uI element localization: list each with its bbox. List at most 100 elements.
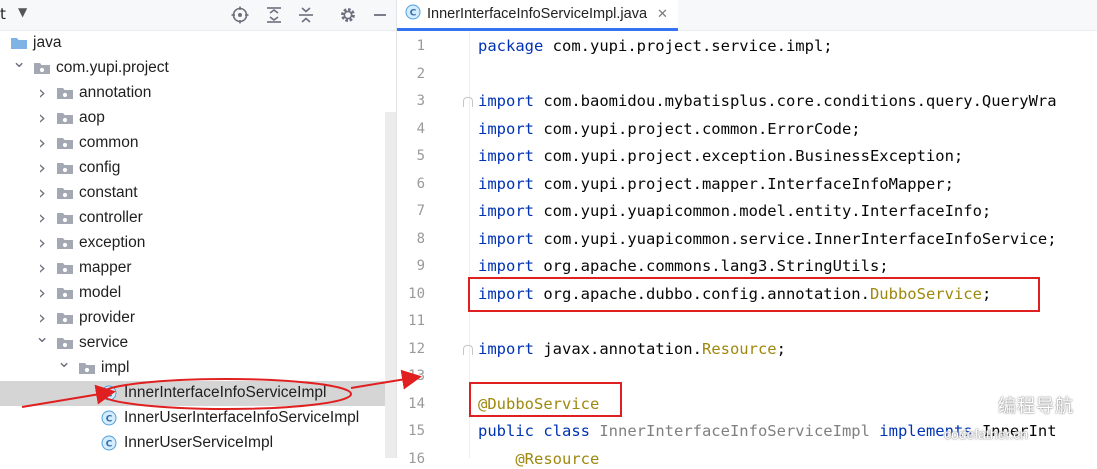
watermark-url: codefather.cn: [944, 426, 1029, 442]
chevron-right-icon[interactable]: ›: [35, 158, 49, 178]
package-icon: [56, 285, 74, 301]
folder-icon: [10, 35, 28, 51]
tree-item-label: exception: [79, 234, 146, 251]
package-icon: [56, 85, 74, 101]
code-token: org.apache.dubbo.config.annotation.: [534, 284, 870, 303]
tree-item[interactable]: › constant: [0, 181, 396, 206]
chevron-right-icon[interactable]: ›: [35, 208, 49, 228]
tree-item[interactable]: › common: [0, 131, 396, 156]
tab-inner-interface-info-service-impl[interactable]: C InnerInterfaceInfoServiceImpl.java ✕: [397, 0, 678, 31]
tree-item[interactable]: C InnerInterfaceInfoServiceImpl: [0, 381, 385, 406]
line-number: 2: [416, 65, 425, 82]
tree-item-label: com.yupi.project: [56, 59, 169, 76]
fold-icon[interactable]: [463, 344, 473, 355]
package-icon: [56, 160, 74, 176]
package-icon: [56, 210, 74, 226]
tree-item-label: InnerUserServiceImpl: [124, 434, 274, 451]
code-token: import: [478, 257, 534, 275]
code-token: import: [478, 202, 534, 220]
expand-all-icon[interactable]: [262, 3, 286, 27]
line-number: 6: [416, 175, 425, 192]
chevron-right-icon[interactable]: ›: [35, 108, 49, 128]
tree-item[interactable]: › config: [0, 156, 396, 181]
line-number: 14: [408, 395, 425, 412]
code-token: import: [478, 284, 534, 303]
line-number: 13: [408, 368, 425, 384]
code-line: @Resource: [478, 449, 599, 469]
code-line: import org.apache.commons.lang3.StringUt…: [478, 256, 889, 276]
locate-icon[interactable]: [228, 3, 252, 27]
line-number: 16: [408, 450, 425, 467]
chevron-down-icon[interactable]: ⌄: [12, 52, 26, 72]
collapse-all-icon[interactable]: [294, 3, 318, 27]
tree-item-label: constant: [79, 184, 138, 201]
tree-item[interactable]: › mapper: [0, 256, 396, 281]
tree-item[interactable]: › aop: [0, 106, 396, 131]
tree-item-label: mapper: [79, 259, 132, 276]
chevron-down-icon[interactable]: ⌄: [57, 352, 71, 372]
chevron-right-icon[interactable]: ›: [35, 308, 49, 328]
chevron-down-icon[interactable]: ⌄: [35, 327, 49, 347]
class-icon: C: [101, 385, 119, 401]
code-line: import com.yupi.yuapicommon.service.Inne…: [478, 229, 1057, 249]
chevron-right-icon[interactable]: ›: [35, 183, 49, 203]
gutter-divider: [469, 31, 470, 458]
line-number: 8: [416, 230, 425, 247]
code-line: import com.yupi.project.common.ErrorCode…: [478, 119, 861, 139]
code-token: import: [478, 92, 534, 110]
svg-text:C: C: [106, 390, 113, 400]
package-icon: [78, 360, 96, 376]
chevron-right-icon[interactable]: ›: [35, 133, 49, 153]
code-token: ;: [776, 339, 786, 358]
code-token: Resource: [701, 339, 777, 358]
code-token: ;: [981, 284, 992, 303]
chevron-right-icon[interactable]: ›: [35, 283, 49, 303]
tree-item-label: annotation: [79, 84, 152, 101]
tree-item[interactable]: › model: [0, 281, 396, 306]
tree-item[interactable]: ⌄ impl: [0, 352, 396, 381]
code-line: @DubboService: [478, 394, 599, 414]
code-token: com.yupi.yuapicommon.model.entity.Interf…: [534, 202, 992, 220]
scrollbar[interactable]: [385, 112, 396, 458]
code-token: import: [478, 229, 534, 248]
tree-item-label: controller: [79, 209, 143, 226]
code-line: import com.yupi.yuapicommon.model.entity…: [478, 201, 991, 221]
tree-item[interactable]: › annotation: [0, 81, 396, 106]
package-icon: [56, 335, 74, 351]
chevron-right-icon[interactable]: ›: [35, 83, 49, 103]
package-icon: [56, 135, 74, 151]
code-token: com.yupi.project.exception.BusinessExcep…: [534, 147, 964, 165]
project-toolbar: t ▼: [0, 0, 396, 31]
panel-title[interactable]: t: [0, 5, 6, 23]
chevron-right-icon[interactable]: ›: [35, 233, 49, 253]
tree-item[interactable]: › controller: [0, 206, 396, 231]
tree-item[interactable]: C InnerUserInterfaceInfoServiceImpl: [0, 406, 396, 431]
tree-item[interactable]: C InnerUserServiceImpl: [0, 431, 396, 456]
line-number: 1: [416, 38, 425, 54]
tree-item-label: InnerUserInterfaceInfoServiceImpl: [124, 409, 360, 426]
code-token: com.yupi.project.common.ErrorCode;: [534, 119, 861, 138]
code-token: @DubboService: [478, 394, 600, 413]
tree-item[interactable]: java: [0, 31, 396, 56]
tree-item[interactable]: › provider: [0, 306, 396, 331]
class-icon: C: [101, 410, 119, 426]
code-token: com.yupi.project.service.impl;: [543, 37, 833, 55]
close-icon[interactable]: ✕: [657, 7, 668, 22]
minimize-icon[interactable]: [368, 3, 392, 27]
tree-item[interactable]: ⌄ com.yupi.project: [0, 52, 396, 81]
svg-text:C: C: [106, 440, 113, 450]
tree-item-label: impl: [101, 359, 130, 376]
fold-icon[interactable]: [463, 97, 473, 107]
code-token: @Resource: [478, 449, 600, 468]
tree-item[interactable]: › exception: [0, 231, 396, 256]
code-line: import com.yupi.project.mapper.Interface…: [478, 174, 954, 194]
chevron-right-icon[interactable]: ›: [35, 258, 49, 278]
chevron-down-icon[interactable]: ▼: [18, 5, 27, 19]
package-icon: [56, 110, 74, 126]
class-icon: C: [101, 435, 119, 451]
tree-item-label: model: [79, 284, 122, 301]
package-icon: [56, 235, 74, 251]
code-line: package com.yupi.project.service.impl;: [478, 36, 833, 56]
tree-item-label: common: [79, 134, 139, 151]
gear-icon[interactable]: [336, 3, 360, 27]
